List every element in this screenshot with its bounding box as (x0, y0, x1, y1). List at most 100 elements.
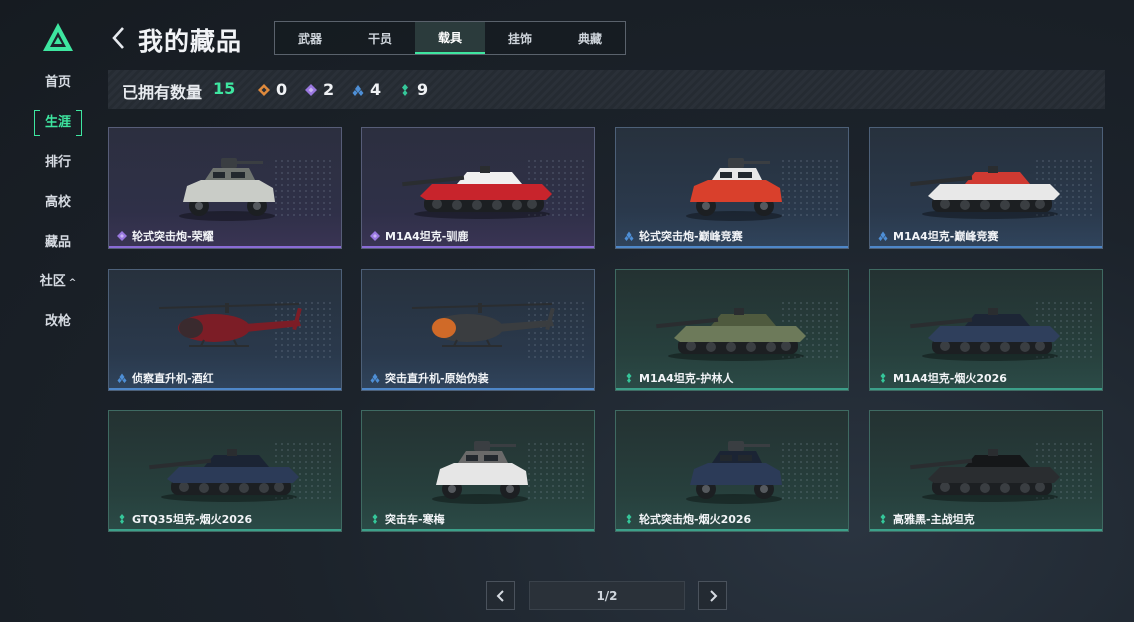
sidebar-item-label: 社区 (39, 274, 66, 289)
collection-card[interactable]: 突击直升机-原始伪装 (361, 269, 595, 391)
tab-operators[interactable]: 干员 (345, 22, 415, 54)
sidebar-item-home[interactable]: 首页 (28, 72, 88, 94)
card-name: M1A4坦克-烟火2026 (893, 372, 1007, 385)
card-label: M1A4坦克-烟火2026 (878, 370, 1007, 386)
owned-count-total: 15 (213, 79, 236, 98)
blue-rarity-icon (370, 373, 380, 383)
card-label: 轮式突击炮-荣耀 (117, 228, 214, 244)
card-label: 突击直升机-原始伪装 (370, 370, 489, 386)
owned-summary-bar: 已拥有数量 15 0 2 4 9 (108, 70, 1105, 109)
rarity-count-value: 0 (276, 80, 288, 99)
tab-weapons[interactable]: 武器 (275, 22, 345, 54)
card-label: M1A4坦克-护林人 (624, 370, 733, 386)
card-name: M1A4坦克-驯鹿 (385, 230, 469, 243)
purple-rarity-icon (370, 231, 380, 241)
collection-card[interactable]: M1A4坦克-驯鹿 (361, 127, 595, 249)
card-name: 突击车-寒梅 (385, 513, 445, 526)
rarity-count-blue: 4 (352, 80, 381, 99)
tab-vehicles[interactable]: 载具 (415, 22, 485, 54)
sidebar-item-gunsmith[interactable]: 改枪 (28, 311, 88, 333)
green-rarity-icon (880, 373, 886, 383)
sidebar-item-ranking[interactable]: 排行 (28, 152, 88, 174)
card-name: 突击直升机-原始伪装 (385, 372, 489, 385)
rarity-count-value: 9 (417, 80, 429, 99)
card-label: 高雅黑-主战坦克 (878, 511, 975, 527)
page-title: 我的藏品 (138, 27, 243, 56)
caret-up-icon: ^ (68, 278, 77, 288)
card-label: M1A4坦克-驯鹿 (370, 228, 468, 244)
sidebar-item-college[interactable]: 高校 (28, 192, 88, 214)
prev-page-button[interactable] (486, 581, 515, 610)
owned-count-label: 已拥有数量 (122, 83, 203, 102)
green-rarity-icon (626, 514, 632, 524)
tank-icon (656, 308, 806, 361)
armored-car-icon (179, 158, 275, 221)
collection-card[interactable]: M1A4坦克-巅峰竞赛 (869, 127, 1103, 249)
tank-icon (402, 166, 552, 219)
next-page-button[interactable] (698, 581, 727, 610)
tab-charms[interactable]: 挂饰 (485, 22, 555, 54)
collection-card[interactable]: M1A4坦克-烟火2026 (869, 269, 1103, 391)
green-rarity-icon (626, 373, 632, 383)
tank-icon (910, 449, 1060, 502)
back-arrow-icon[interactable] (108, 24, 130, 52)
blue-diamond-icon (352, 84, 364, 96)
card-label: 轮式突击炮-烟火2026 (624, 511, 751, 527)
collection-card[interactable]: 高雅黑-主战坦克 (869, 410, 1103, 532)
armored-car-icon (432, 441, 528, 504)
card-name: GTQ35坦克-烟火2026 (132, 513, 253, 526)
sidebar-item-label: 排行 (44, 155, 71, 170)
rarity-count-purple: 2 (305, 80, 334, 99)
tab-archive[interactable]: 典藏 (555, 22, 625, 54)
page-indicator: 1/2 (529, 581, 685, 610)
chevron-right-icon (709, 589, 717, 602)
tank-icon (149, 449, 299, 502)
orange-diamond-icon (258, 83, 270, 96)
tank-icon (910, 166, 1060, 219)
rarity-count-green: 9 (399, 80, 428, 99)
purple-rarity-icon (117, 231, 127, 241)
card-label: 轮式突击炮-巅峰竞赛 (624, 228, 743, 244)
blue-rarity-icon (624, 231, 634, 241)
collection-card[interactable]: M1A4坦克-护林人 (615, 269, 849, 391)
sidebar-item-career[interactable]: 生涯 (28, 110, 88, 136)
collection-card[interactable]: 侦察直升机-酒红 (108, 269, 342, 391)
tank-icon (910, 308, 1060, 361)
card-name: 轮式突击炮-烟火2026 (639, 513, 752, 526)
sidebar-item-label: 生涯 (44, 115, 71, 130)
sidebar-item-label: 高校 (44, 195, 71, 210)
sidebar-item-label: 改枪 (44, 314, 71, 329)
sidebar-item-label: 首页 (44, 75, 71, 90)
armored-car-icon (686, 441, 782, 504)
card-name: M1A4坦克-护林人 (639, 372, 734, 385)
green-diamond-icon (402, 83, 408, 96)
card-name: 高雅黑-主战坦克 (893, 513, 975, 526)
rarity-count-value: 4 (370, 80, 382, 99)
collection-card[interactable]: 轮式突击炮-荣耀 (108, 127, 342, 249)
card-label: 突击车-寒梅 (370, 511, 445, 527)
card-label: 侦察直升机-酒红 (117, 370, 214, 386)
card-name: 轮式突击炮-巅峰竞赛 (639, 230, 743, 243)
rarity-count-value: 2 (323, 80, 335, 99)
collection-card[interactable]: 轮式突击炮-巅峰竞赛 (615, 127, 849, 249)
chevron-left-icon (496, 589, 504, 602)
green-rarity-icon (119, 514, 125, 524)
helicopter-icon (411, 303, 555, 347)
sidebar-item-label: 藏品 (44, 235, 71, 250)
card-name: M1A4坦克-巅峰竞赛 (893, 230, 999, 243)
card-label: GTQ35坦克-烟火2026 (117, 511, 252, 527)
blue-rarity-icon (117, 373, 127, 383)
collection-card[interactable]: 突击车-寒梅 (361, 410, 595, 532)
collection-card[interactable]: GTQ35坦克-烟火2026 (108, 410, 342, 532)
green-rarity-icon (372, 514, 378, 524)
rarity-count-orange: 0 (258, 80, 287, 99)
purple-diamond-icon (305, 83, 317, 96)
card-label: M1A4坦克-巅峰竞赛 (878, 228, 998, 244)
card-name: 轮式突击炮-荣耀 (132, 230, 214, 243)
sidebar-item-community[interactable]: 社区 ^ (28, 271, 88, 293)
game-logo-icon (43, 23, 73, 51)
blue-rarity-icon (878, 231, 888, 241)
helicopter-icon (158, 303, 302, 347)
collection-card[interactable]: 轮式突击炮-烟火2026 (615, 410, 849, 532)
sidebar-item-collection[interactable]: 藏品 (28, 232, 88, 254)
